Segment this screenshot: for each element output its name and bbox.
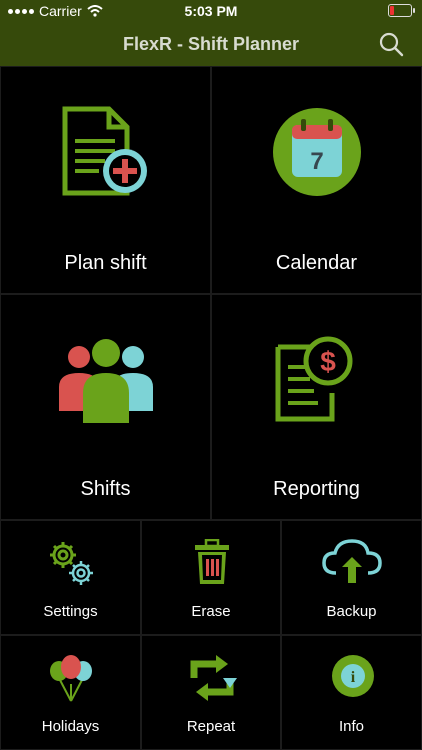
calendar-day: 7	[310, 148, 323, 175]
reporting-tile[interactable]: $ Reporting	[211, 294, 422, 520]
info-tile[interactable]: i Info	[281, 635, 422, 750]
trash-icon	[195, 539, 229, 584]
repeat-tile[interactable]: Repeat	[141, 635, 281, 750]
menu-grid: Plan shift 7 Calendar Shifts $ Reporting…	[0, 66, 422, 750]
page-title: FlexR - Shift Planner	[122, 34, 300, 54]
people-icon	[59, 339, 153, 423]
add-document-icon	[62, 106, 147, 196]
battery-icon	[388, 4, 415, 17]
info-label: Info	[338, 718, 365, 735]
shifts-tile[interactable]: Shifts	[0, 294, 211, 520]
reporting-label: Reporting	[273, 478, 360, 500]
repeat-label: Repeat	[186, 718, 236, 735]
gears-icon	[50, 542, 93, 585]
shifts-label: Shifts	[80, 478, 131, 500]
status-bar: Carrier 5:03 PM	[0, 0, 422, 22]
info-icon: i	[332, 655, 374, 697]
backup-tile[interactable]: Backup	[281, 520, 422, 635]
backup-label: Backup	[326, 603, 377, 620]
balloons-icon	[50, 655, 92, 702]
erase-label: Erase	[191, 603, 231, 620]
calendar-icon: 7	[273, 108, 361, 196]
repeat-icon	[190, 655, 237, 701]
calendar-label: Calendar	[275, 252, 358, 274]
erase-tile[interactable]: Erase	[141, 520, 281, 635]
holidays-label: Holidays	[41, 718, 100, 735]
calendar-tile[interactable]: 7 Calendar	[211, 66, 422, 294]
holidays-tile[interactable]: Holidays	[0, 635, 141, 750]
status-time: 5:03 PM	[184, 3, 238, 19]
app-header: Carrier 5:03 PM FlexR - Shift Planner	[0, 0, 422, 66]
search-icon[interactable]	[378, 31, 404, 57]
plan-shift-label: Plan shift	[64, 252, 147, 274]
settings-label: Settings	[43, 603, 98, 620]
invoice-dollar-icon: $	[275, 336, 353, 422]
cloud-upload-icon	[322, 539, 382, 583]
info-symbol: i	[351, 669, 356, 686]
plan-shift-tile[interactable]: Plan shift	[0, 66, 211, 294]
dollar-symbol: $	[320, 346, 336, 377]
settings-tile[interactable]: Settings	[0, 520, 141, 635]
